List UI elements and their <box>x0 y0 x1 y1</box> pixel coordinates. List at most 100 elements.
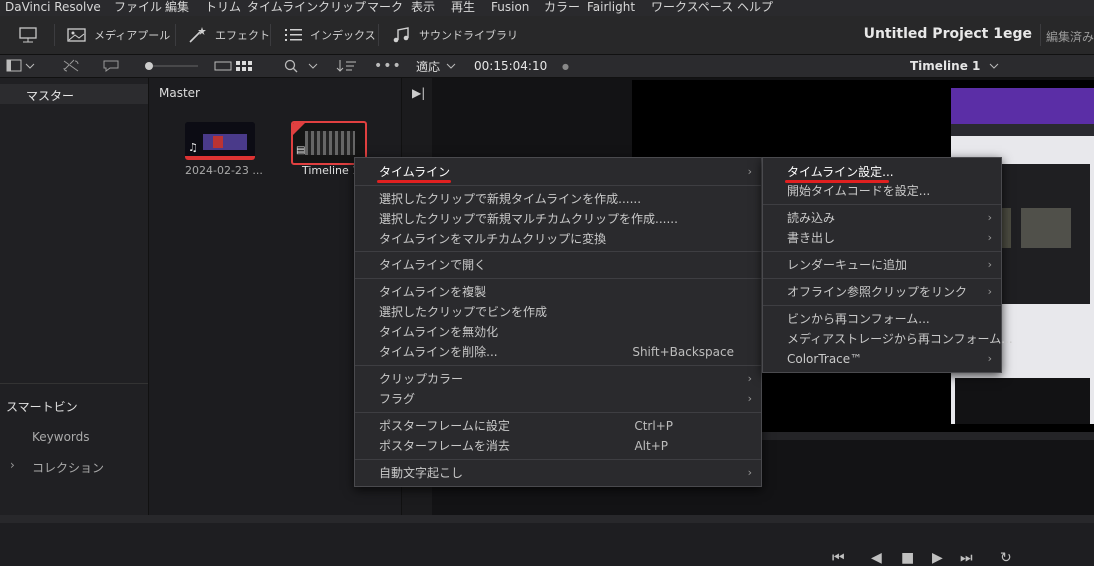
menu-item-create-bin[interactable]: 選択したクリップでビンを作成 <box>355 302 761 322</box>
search-button[interactable] <box>283 55 323 77</box>
menu-item-label: 選択したクリップでビンを作成 <box>379 305 548 319</box>
menu-help[interactable]: ヘルプ <box>737 0 773 15</box>
menu-separator <box>355 459 761 460</box>
menu-item-timeline[interactable]: タイムライン › <box>355 162 761 182</box>
index-label: インデックス <box>310 29 376 42</box>
menu-item-label: タイムライン <box>379 165 451 179</box>
stop-icon[interactable]: ■ <box>901 550 914 566</box>
menu-item-set-poster-frame[interactable]: ポスターフレームに設定 Ctrl+P <box>355 416 761 436</box>
menu-item-auto-transcribe[interactable]: 自動文字起こし › <box>355 463 761 483</box>
speech-bubble-icon <box>103 60 119 72</box>
menu-separator <box>355 278 761 279</box>
menu-item-clear-poster-frame[interactable]: ポスターフレームを消去 Alt+P <box>355 436 761 456</box>
play-icon[interactable]: ▶ <box>932 550 943 566</box>
menu-workspace[interactable]: ワークスペース <box>651 0 733 15</box>
menu-item-clip-color[interactable]: クリップカラー › <box>355 369 761 389</box>
timeline-dropdown[interactable] <box>985 55 1003 77</box>
submenu-item-export[interactable]: 書き出し › <box>763 228 1001 248</box>
menu-separator <box>763 251 1001 252</box>
submenu-item-set-start-timecode[interactable]: 開始タイムコードを設定... <box>763 181 1001 201</box>
jump-to-end-icon[interactable]: ⏭ <box>960 550 973 566</box>
effects-button[interactable]: エフェクト <box>187 16 270 54</box>
master-bin-label: マスター <box>26 89 75 103</box>
submenu-item-reconform-from-bins[interactable]: ビンから再コンフォーム... <box>763 309 1001 329</box>
menu-separator <box>763 305 1001 306</box>
index-button[interactable]: インデックス <box>284 16 376 54</box>
menu-edit[interactable]: 編集 <box>165 0 189 15</box>
loop-icon[interactable]: ↻ <box>1000 550 1012 566</box>
menu-item-disable-timeline[interactable]: タイムラインを無効化 <box>355 322 761 342</box>
menu-item-duplicate-timeline[interactable]: タイムラインを複製 <box>355 282 761 302</box>
bottom-bar <box>0 515 1094 523</box>
submenu-item-link-offline-clip[interactable]: オフライン参照クリップをリンク › <box>763 282 1001 302</box>
menu-item-delete-timeline[interactable]: タイムラインを削除... Shift+Backspace <box>355 342 761 362</box>
jump-to-start-icon[interactable]: ⏮ <box>832 550 845 566</box>
smart-bin-keywords[interactable]: Keywords <box>32 430 90 444</box>
play-reverse-icon[interactable]: ◀ <box>871 550 882 566</box>
menu-davinci-resolve[interactable]: DaVinci Resolve <box>5 0 101 15</box>
dot-icon: ● <box>562 61 569 71</box>
thumbnail-size-slider[interactable] <box>140 55 200 77</box>
menu-item-new-multicam[interactable]: 選択したクリップで新規マルチカムクリップを作成...... <box>355 209 761 229</box>
menu-clip[interactable]: クリップ <box>318 0 366 15</box>
music-note-icon: ♫ <box>188 141 198 154</box>
menu-item-label: タイムラインで開く <box>379 258 487 272</box>
context-menu: タイムライン › 選択したクリップで新規タイムラインを作成...... 選択した… <box>354 157 762 487</box>
menu-item-label: ポスターフレームを消去 <box>379 439 510 453</box>
more-options-icon[interactable]: ••• <box>374 55 402 77</box>
comment-button[interactable] <box>102 55 120 77</box>
submenu-item-import[interactable]: 読み込み › <box>763 208 1001 228</box>
menu-trim[interactable]: トリム <box>205 0 241 15</box>
menu-item-flag[interactable]: フラグ › <box>355 389 761 409</box>
menu-item-convert-multicam[interactable]: タイムラインをマルチカムクリップに変換 <box>355 229 761 249</box>
chevron-right-icon: › <box>747 372 752 385</box>
menu-item-label: 開始タイムコードを設定... <box>787 184 931 198</box>
chevron-right-icon[interactable]: › <box>10 458 15 472</box>
sidebar-panel-icon <box>6 59 35 72</box>
slider-icon <box>145 62 198 70</box>
sort-icon <box>336 60 356 72</box>
media-pool-button[interactable]: メディアプール <box>66 16 170 54</box>
timeline-name[interactable]: Timeline 1 <box>910 55 980 77</box>
menu-item-label: タイムラインを無効化 <box>379 325 499 339</box>
submenu-item-add-to-render-queue[interactable]: レンダーキューに追加 › <box>763 255 1001 275</box>
timecode-display: 00:15:04:10 <box>474 59 548 73</box>
clip-thumbnail[interactable]: ♫ <box>185 122 255 160</box>
menu-playback[interactable]: 再生 <box>451 0 475 15</box>
menu-item-shortcut: Ctrl+P <box>634 419 673 433</box>
toolbar-divider <box>1040 24 1041 46</box>
grid-view-icon <box>214 61 252 71</box>
fit-dropdown[interactable]: 適応 <box>416 55 460 77</box>
menu-color[interactable]: カラー <box>544 0 580 15</box>
magic-wand-icon <box>189 27 206 43</box>
submenu-item-timeline-settings[interactable]: タイムライン設定... <box>763 162 1001 182</box>
menu-file[interactable]: ファイル <box>114 0 162 15</box>
sound-library-button[interactable]: サウンドライブラリ <box>391 16 518 54</box>
menu-fusion[interactable]: Fusion <box>491 0 529 15</box>
menu-mark[interactable]: マーク <box>367 0 403 15</box>
smart-bin-collection[interactable]: コレクション <box>32 459 104 476</box>
workspace-toggle-button[interactable] <box>18 16 38 54</box>
main-toolbar: メディアプール エフェクト インデックス サウンドライブラリ Untitled … <box>0 16 1094 55</box>
master-bin-row[interactable]: マスター <box>0 84 148 104</box>
submenu-item-reconform-from-storage[interactable]: メディアストレージから再コンフォーム... <box>763 329 1013 349</box>
menu-item-label: タイムラインをマルチカムクリップに変換 <box>379 232 607 246</box>
menu-item-new-timeline-from-clips[interactable]: 選択したクリップで新規タイムラインを作成...... <box>355 189 761 209</box>
sort-button[interactable] <box>336 55 358 77</box>
menu-item-open-in-timeline[interactable]: タイムラインで開く <box>355 255 761 275</box>
link-clips-button[interactable] <box>62 55 80 77</box>
skip-to-start-icon[interactable]: ▶| <box>412 86 425 100</box>
submenu-item-colortrace[interactable]: ColorTrace™ › <box>763 349 1001 369</box>
menu-timeline[interactable]: タイムライン <box>247 0 318 15</box>
panel-toggle-button[interactable] <box>6 55 36 77</box>
chevron-down-icon <box>989 63 999 69</box>
menu-fairlight[interactable]: Fairlight <box>587 0 635 15</box>
menu-item-label: クリップカラー <box>379 372 464 386</box>
view-mode-buttons[interactable] <box>213 55 263 77</box>
chevron-right-icon: › <box>987 231 992 244</box>
smart-bins-heading: スマートビン <box>6 400 78 414</box>
menu-view[interactable]: 表示 <box>411 0 435 15</box>
menu-item-label: タイムラインを削除... <box>379 345 498 359</box>
menu-item-label: 選択したクリップで新規タイムラインを作成...... <box>379 192 642 206</box>
menu-item-label: ColorTrace™ <box>787 352 863 366</box>
